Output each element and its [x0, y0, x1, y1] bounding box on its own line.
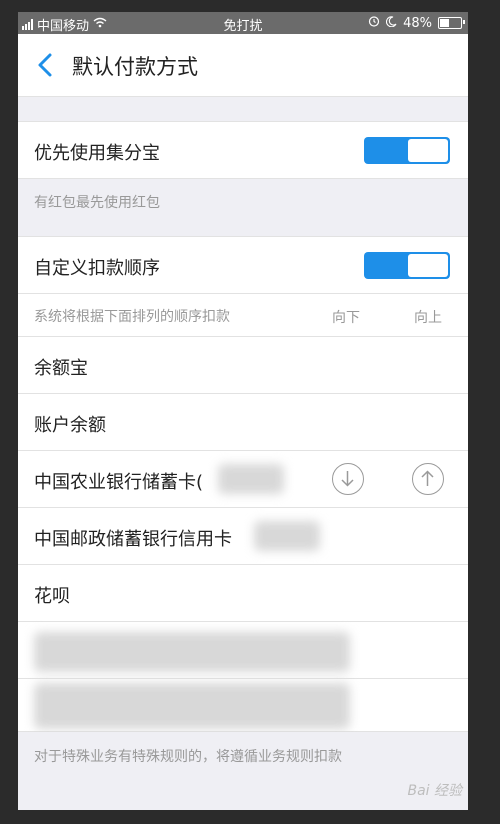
arrow-up-icon: [421, 470, 434, 486]
down-column-label: 向下: [332, 310, 360, 326]
footer-note: 对于特殊业务有特殊规则的，将遵循业务规则扣款: [34, 749, 342, 765]
redacted-method: [34, 632, 350, 672]
back-icon[interactable]: [36, 52, 56, 78]
jifenbao-toggle[interactable]: [364, 137, 450, 164]
order-hint-row: 系统将根据下面排列的顺序扣款 向下 向上: [18, 294, 468, 337]
jifenbao-label: 优先使用集分宝: [34, 143, 160, 164]
section-gap: [18, 97, 468, 121]
order-hint: 系统将根据下面排列的顺序扣款: [34, 309, 230, 325]
moon-icon: [386, 15, 397, 31]
page-title: 默认付款方式: [72, 55, 198, 79]
status-bar: 中国移动 免打扰 48%: [18, 12, 468, 34]
list-item[interactable]: 花呗: [18, 565, 468, 622]
hint-area: 有红包最先使用红包: [18, 179, 468, 236]
list-item[interactable]: [18, 622, 468, 679]
jifenbao-row: 优先使用集分宝: [18, 121, 468, 179]
redacted-card-number: [254, 521, 320, 551]
list-item[interactable]: 账户余额: [18, 394, 468, 451]
footer-area: 对于特殊业务有特殊规则的，将遵循业务规则扣款 Bai 经验: [18, 732, 468, 810]
custom-order-row: 自定义扣款顺序: [18, 236, 468, 294]
redpacket-hint: 有红包最先使用红包: [34, 195, 160, 211]
status-right: 48%: [368, 15, 465, 31]
move-up-button[interactable]: [412, 463, 444, 495]
toggle-knob: [408, 139, 448, 162]
up-column-label: 向上: [414, 310, 442, 326]
custom-order-label: 自定义扣款顺序: [34, 258, 160, 279]
list-item[interactable]: 中国农业银行储蓄卡(: [18, 451, 468, 508]
list-item[interactable]: [18, 679, 468, 732]
method-label: 余额宝: [34, 358, 88, 379]
custom-order-toggle[interactable]: [364, 252, 450, 279]
arrow-down-icon: [341, 471, 354, 487]
method-label: 中国邮政储蓄银行信用卡: [34, 529, 232, 550]
battery-label: 48%: [403, 15, 432, 31]
redacted-method: [34, 683, 350, 729]
battery-icon: [438, 17, 465, 29]
redacted-card-number: [218, 464, 284, 494]
list-item[interactable]: 余额宝: [18, 337, 468, 394]
method-label: 花呗: [34, 586, 70, 607]
list-item[interactable]: 中国邮政储蓄银行信用卡: [18, 508, 468, 565]
phone-screen: 中国移动 免打扰 48% 默认付款方式 优先使用集分宝 有红包最先使用红包 自定…: [18, 12, 468, 810]
nav-bar: 默认付款方式: [18, 34, 468, 97]
watermark: Bai 经验: [407, 783, 462, 799]
toggle-knob: [408, 254, 448, 277]
alarm-icon: [368, 15, 380, 31]
move-down-button[interactable]: [332, 463, 364, 495]
method-label: 中国农业银行储蓄卡(: [34, 472, 204, 493]
method-label: 账户余额: [34, 415, 106, 436]
